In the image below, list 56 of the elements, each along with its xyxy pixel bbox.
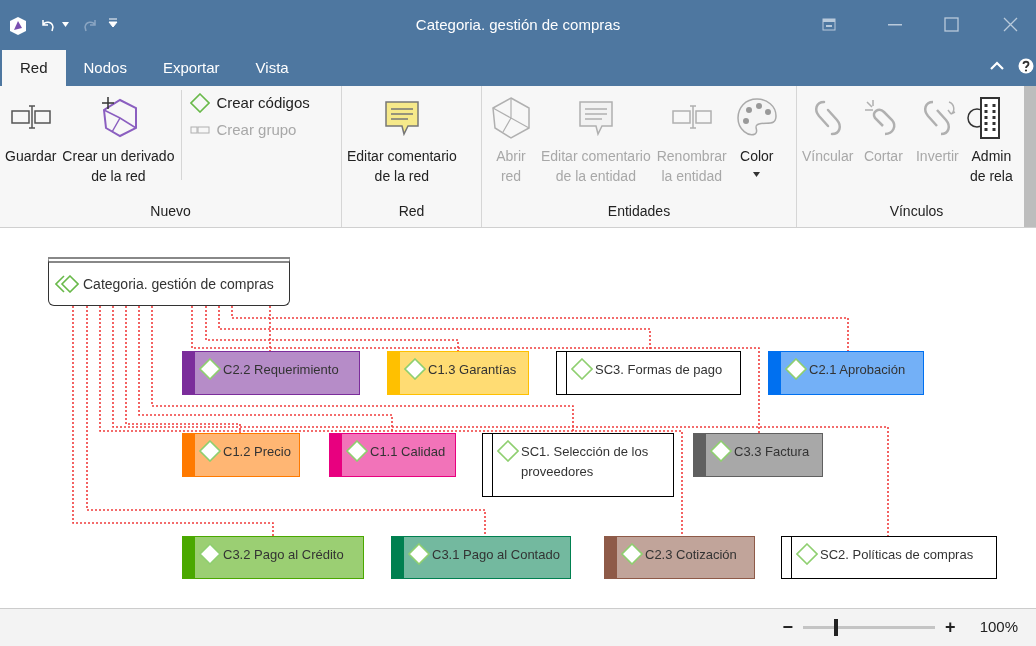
diamond-icon: [190, 93, 211, 114]
close-icon[interactable]: [1003, 17, 1018, 32]
undo-icon[interactable]: [40, 17, 56, 33]
diamond-icon: [571, 358, 593, 380]
window-title: Categoria. gestión de compras: [414, 15, 622, 35]
root-node[interactable]: Categoria. gestión de compras: [48, 257, 290, 306]
code-group-icon: [55, 275, 79, 293]
network-node[interactable]: C1.2 Precio: [182, 433, 300, 477]
ribbon-button[interactable]: Color: [729, 90, 784, 182]
ribbon-tab[interactable]: Nodos: [65, 50, 145, 86]
diamond-icon: [199, 440, 221, 462]
network-node[interactable]: SC2. Políticas de compras: [781, 536, 997, 579]
diamond-icon: [199, 543, 221, 565]
network-node[interactable]: SC1. Selección de los proveedores: [482, 433, 674, 497]
network-node[interactable]: C3.3 Factura: [693, 433, 823, 477]
diamond-icon: [497, 440, 519, 462]
group-label: Entidades: [606, 202, 672, 221]
diamond-icon: [404, 358, 426, 380]
diamond-icon: [796, 543, 818, 565]
ribbon-button[interactable]: Crear un derivado de la red: [59, 90, 178, 191]
group-label: Vínculos: [888, 202, 945, 221]
ribbon-button[interactable]: Crear códigos: [186, 90, 314, 117]
diamond-icon: [785, 358, 807, 380]
diamond-icon: [346, 440, 368, 462]
network-node[interactable]: C1.3 Garantías: [387, 351, 529, 395]
network-node[interactable]: C3.1 Pago al Contado: [391, 536, 571, 579]
ribbon-tab[interactable]: Vista: [237, 50, 307, 86]
network-node[interactable]: SC3. Formas de pago: [556, 351, 741, 395]
caret-icon[interactable]: [62, 22, 69, 27]
diamond-icon: [408, 543, 430, 565]
ribbon-display-icon[interactable]: [822, 18, 836, 31]
zoom-out-button[interactable]: −: [780, 614, 796, 641]
ribbon-button[interactable]: Editar comentario de la red: [344, 90, 460, 191]
network-node[interactable]: C2.3 Cotización: [604, 536, 755, 579]
ribbon-tab[interactable]: Exportar: [144, 50, 238, 86]
network-node[interactable]: C1.1 Calidad: [329, 433, 456, 477]
network-node[interactable]: C3.2 Pago al Crédito: [182, 536, 364, 579]
customize-icon[interactable]: [108, 18, 118, 28]
ribbon-button[interactable]: Guardar: [2, 90, 60, 171]
group-icon: [190, 124, 211, 135]
collapse-ribbon-icon[interactable]: [990, 61, 1004, 70]
slider-thumb[interactable]: [834, 619, 839, 636]
zoom-in-button[interactable]: +: [943, 614, 958, 641]
diamond-icon: [199, 358, 221, 380]
help-icon[interactable]: [1018, 58, 1034, 74]
network-node[interactable]: C2.1 Aprobación: [768, 351, 924, 395]
diamond-icon: [621, 543, 643, 565]
ribbon-tab[interactable]: Red: [2, 50, 66, 86]
app-logo-icon[interactable]: [8, 16, 28, 36]
network-node[interactable]: C2.2 Requerimiento: [182, 351, 360, 395]
ribbon-button[interactable]: Admin de rela: [964, 90, 1019, 191]
group-label: Nuevo: [149, 202, 192, 221]
zoom-reading: 100%: [979, 617, 1018, 638]
caret-icon: [753, 172, 761, 178]
diamond-icon: [710, 440, 732, 462]
group-label: Red: [397, 202, 426, 221]
